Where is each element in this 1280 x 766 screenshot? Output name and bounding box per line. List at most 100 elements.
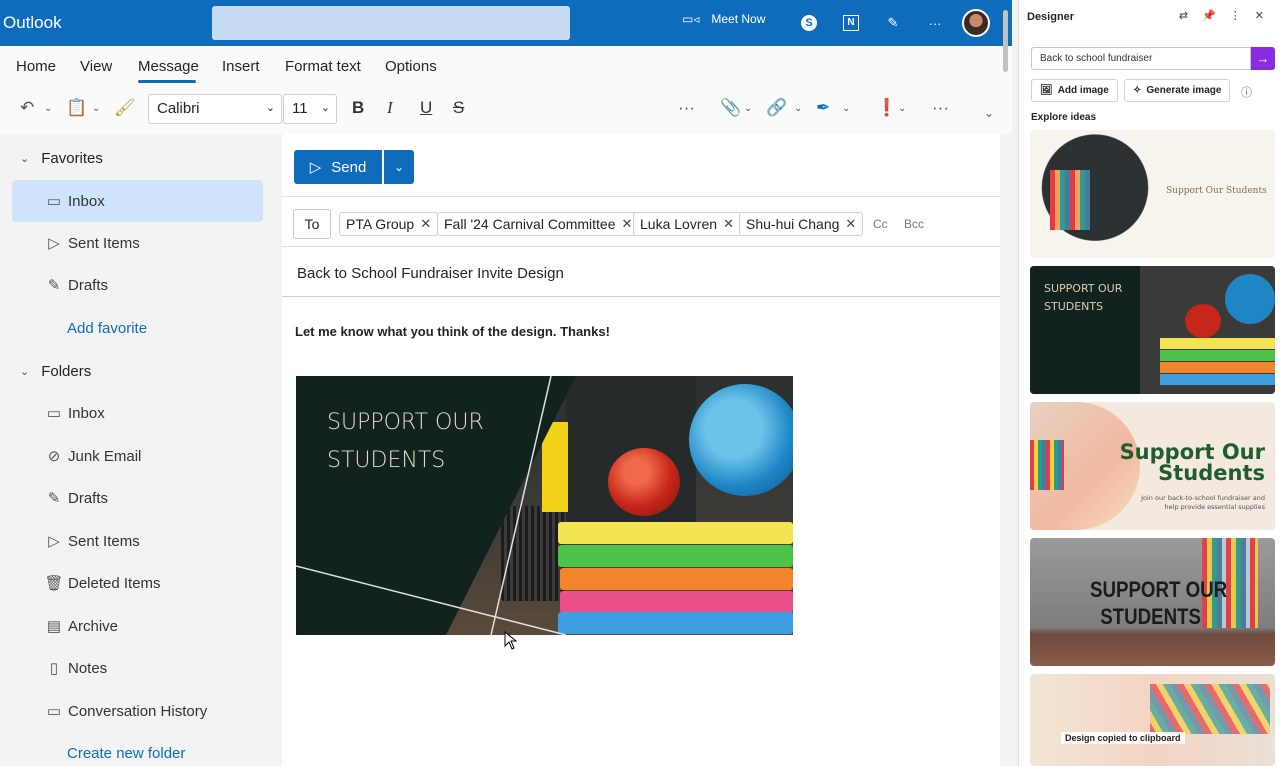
book-shape [1160, 338, 1275, 349]
to-button[interactable]: To [293, 209, 331, 239]
designer-prompt-input[interactable]: Back to school fundraiser [1031, 47, 1251, 70]
design-idea-card[interactable]: SUPPORT OUR STUDENTS [1030, 266, 1275, 394]
chevron-down-icon[interactable]: ⌄ [744, 103, 752, 114]
design-idea-card[interactable]: SUPPORT OUR STUDENTS [1030, 538, 1275, 666]
font-name-select[interactable]: Calibri ⌄ [148, 94, 282, 124]
sidebar-item-favorites-drafts[interactable]: ✎ Drafts [12, 264, 263, 306]
chevron-down-icon[interactable]: ⌄ [842, 103, 850, 114]
onenote-icon[interactable]: N [840, 12, 862, 34]
tab-home[interactable]: Home [16, 58, 56, 75]
card-text-line: SUPPORT OUR [1044, 282, 1123, 295]
close-icon[interactable]: ✕ [723, 216, 734, 232]
more-icon[interactable]: ··· [924, 12, 946, 34]
more-options-icon[interactable]: ··· [678, 98, 695, 118]
tab-format-text[interactable]: Format text [285, 58, 361, 75]
folders-header[interactable]: ⌄ Folders [20, 363, 91, 380]
recipient-name: Fall '24 Carnival Committee [444, 216, 616, 232]
sidebar-item-favorites-sent[interactable]: ▷ Sent Items [12, 222, 263, 264]
tab-message[interactable]: Message [138, 58, 199, 75]
tab-options[interactable]: Options [385, 58, 437, 75]
design-idea-card[interactable] [1030, 674, 1275, 766]
design-idea-card[interactable]: Support Our Students [1030, 130, 1275, 258]
cc-button[interactable]: Cc [873, 217, 888, 231]
designer-header-actions: ⇄ 📌 ⋮ ✕ [1179, 9, 1264, 22]
font-size-value: 11 [292, 100, 308, 117]
sidebar-item-drafts[interactable]: ✎ Drafts [12, 477, 263, 519]
attach-icon[interactable]: 📎 [720, 98, 741, 118]
sidebar-item-label: Conversation History [68, 702, 208, 720]
strikethrough-icon[interactable]: S [453, 98, 464, 118]
close-icon[interactable]: ✕ [1255, 9, 1264, 22]
tab-view[interactable]: View [80, 58, 112, 75]
more-icon[interactable]: ··· [932, 98, 949, 118]
importance-icon[interactable]: ❗ [876, 98, 897, 118]
clipboard-icon[interactable]: 📋 [66, 98, 87, 118]
add-favorite-link[interactable]: Add favorite [67, 320, 147, 337]
archive-icon: ▤ [46, 618, 62, 635]
sidebar-item-junk[interactable]: ⊘ Junk Email [12, 435, 263, 477]
link-icon[interactable]: 🔗 [766, 98, 787, 118]
create-folder-link[interactable]: Create new folder [67, 745, 185, 762]
recipient-chip[interactable]: Shu-hui Chang ✕ [739, 212, 864, 236]
more-icon[interactable]: ⋮ [1230, 9, 1241, 22]
send-icon: ▷ [48, 235, 60, 252]
send-button[interactable]: ▷ Send [294, 150, 382, 184]
message-body[interactable]: Let me know what you think of the design… [295, 324, 610, 339]
card-text: SUPPORT OUR STUDENTS [1044, 280, 1122, 316]
sidebar-item-notes[interactable]: ▯ Notes [12, 647, 263, 689]
design-idea-card[interactable]: Support Our Students Join our back-to-sc… [1030, 402, 1275, 530]
undo-icon[interactable]: ↶ [20, 98, 34, 118]
skype-icon[interactable]: S [798, 12, 820, 34]
apple-shape [1185, 304, 1221, 338]
sidebar-item-label: Deleted Items [68, 574, 161, 592]
close-icon[interactable]: ✕ [845, 216, 856, 232]
close-icon[interactable]: ✕ [622, 216, 633, 232]
bcc-button[interactable]: Bcc [904, 217, 924, 231]
generate-image-button[interactable]: ✧ Generate image [1124, 79, 1231, 102]
embedded-design-image[interactable]: SUPPORT OUR STUDENTS [296, 376, 793, 635]
sidebar-item-inbox[interactable]: ▭ Inbox [12, 392, 263, 434]
underline-icon[interactable]: U [420, 98, 432, 118]
add-image-label: Add image [1057, 85, 1109, 96]
recipient-chip[interactable]: Luka Lovren ✕ [633, 212, 741, 236]
chevron-down-icon[interactable]: ⌄ [44, 103, 52, 114]
add-image-button[interactable]: 🖼 Add image [1031, 79, 1118, 102]
recipient-chip[interactable]: PTA Group ✕ [339, 212, 439, 236]
sidebar-item-archive[interactable]: ▤ Archive [12, 605, 263, 647]
meet-now-button[interactable]: ▭◃ Meet Now [682, 12, 765, 26]
tab-insert[interactable]: Insert [222, 58, 260, 75]
signature-icon[interactable]: ✒ [816, 98, 830, 118]
favorites-label: Favorites [41, 150, 103, 167]
font-size-select[interactable]: 11 ⌄ [283, 94, 337, 124]
sidebar-item-sent[interactable]: ▷ Sent Items [12, 520, 263, 562]
swap-icon[interactable]: ⇄ [1179, 9, 1188, 22]
sidebar-item-deleted[interactable]: 🗑 Deleted Items [12, 562, 263, 604]
send-icon: ▷ [48, 533, 60, 550]
book-shape [1160, 350, 1275, 361]
sidebar-item-conversation-history[interactable]: ▭ Conversation History [12, 690, 263, 732]
favorites-header[interactable]: ⌄ Favorites [20, 150, 103, 167]
send-options-button[interactable]: ⌄ [384, 150, 414, 184]
recipient-chip[interactable]: Fall '24 Carnival Committee ✕ [437, 212, 640, 236]
image-title-line: SUPPORT OUR [327, 410, 484, 435]
info-icon[interactable]: ⓘ [1241, 84, 1252, 100]
subject-field[interactable]: Back to School Fundraiser Invite Design [297, 265, 564, 282]
expand-ribbon-icon[interactable]: ⌄ [984, 106, 994, 120]
submit-prompt-button[interactable]: → [1251, 47, 1275, 70]
chevron-down-icon[interactable]: ⌄ [898, 103, 906, 114]
book-shape [1160, 362, 1275, 373]
format-painter-icon[interactable]: 🖌 [114, 98, 136, 118]
bold-icon[interactable]: B [352, 98, 364, 118]
italic-icon[interactable]: I [387, 98, 393, 118]
scrollbar[interactable] [1003, 10, 1008, 72]
search-input[interactable] [212, 6, 570, 40]
sidebar-item-label: Sent Items [68, 234, 140, 252]
chevron-down-icon[interactable]: ⌄ [92, 103, 100, 114]
avatar[interactable] [962, 9, 990, 37]
folder-pane: ⌄ Favorites ▭ Inbox ▷ Sent Items ✎ Draft… [0, 134, 282, 766]
chevron-down-icon[interactable]: ⌄ [794, 103, 802, 114]
pin-icon[interactable]: 📌 [1202, 9, 1216, 22]
sidebar-item-favorites-inbox[interactable]: ▭ Inbox [12, 180, 263, 222]
close-icon[interactable]: ✕ [420, 216, 431, 232]
todo-icon[interactable]: ✎ [882, 12, 904, 34]
